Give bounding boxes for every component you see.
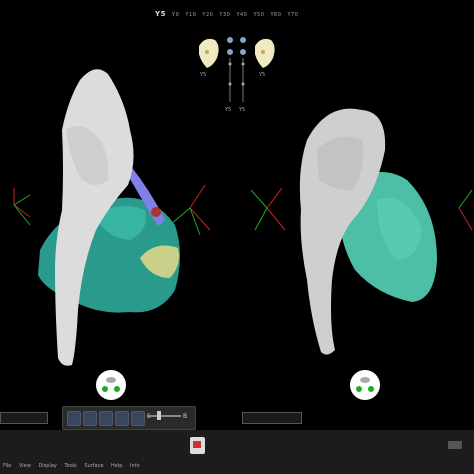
menu-item[interactable]: Help	[111, 463, 122, 469]
toolbar-marker-right: B	[183, 413, 188, 420]
app-dock-icon[interactable]	[190, 437, 205, 454]
series-item[interactable]: Y40	[236, 12, 247, 18]
menu-item[interactable]: Tools	[64, 463, 76, 469]
menu-item[interactable]: View	[19, 463, 31, 469]
device-icon[interactable]	[447, 440, 463, 450]
toolbar-slider-track[interactable]	[147, 415, 181, 417]
tool-button[interactable]	[67, 411, 81, 426]
axis-gizmo-left	[13, 188, 31, 226]
tool-button[interactable]	[83, 411, 97, 426]
series-item[interactable]: Y70	[287, 12, 298, 18]
marker-object-left[interactable]	[151, 207, 161, 217]
series-item[interactable]: Y30	[219, 12, 230, 18]
axis-gizmo-right	[458, 189, 473, 231]
series-item[interactable]: Y0	[172, 12, 179, 18]
viewport-left-3d[interactable]	[0, 40, 237, 410]
series-selector: Y5 Y0 Y10 Y20 Y30 Y40 Y50 Y60 Y70	[155, 10, 325, 22]
series-active[interactable]: Y5	[155, 10, 166, 18]
toolbar-slider-handle[interactable]	[157, 411, 161, 420]
tool-button[interactable]	[115, 411, 129, 426]
menu-item[interactable]: Display	[38, 463, 56, 469]
head-orientation-icon[interactable]	[96, 370, 126, 400]
head-orientation-icon[interactable]	[350, 370, 380, 400]
menu-item[interactable]: Surface	[84, 463, 103, 469]
right-field[interactable]	[242, 412, 302, 424]
menu-item[interactable]: Info	[130, 463, 139, 469]
left-field[interactable]	[0, 412, 48, 424]
series-item[interactable]: Y60	[270, 12, 281, 18]
series-item[interactable]: Y20	[202, 12, 213, 18]
view-toolbar: S B	[62, 406, 196, 430]
axis-gizmo-left	[250, 187, 286, 231]
menu-bar: File View Display Tools Surface Help Inf…	[0, 459, 474, 474]
menu-item[interactable]: File	[3, 463, 11, 469]
series-item[interactable]: Y10	[185, 12, 196, 18]
tool-button[interactable]	[131, 411, 145, 426]
series-item[interactable]: Y50	[253, 12, 264, 18]
tool-button[interactable]	[99, 411, 113, 426]
viewport-right-3d[interactable]	[237, 40, 474, 410]
axis-gizmo-right	[169, 184, 211, 236]
